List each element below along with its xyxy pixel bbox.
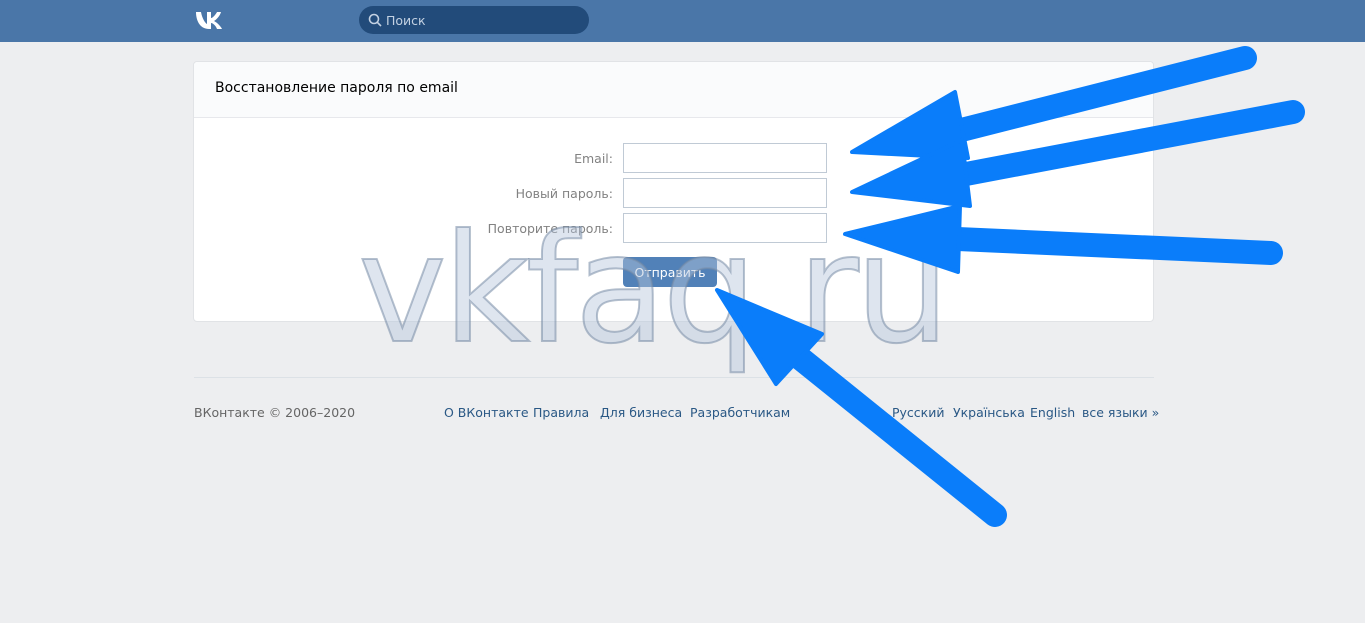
footer-link-rules[interactable]: Правила <box>533 405 589 420</box>
search-box[interactable] <box>359 6 589 34</box>
search-icon <box>368 13 382 27</box>
email-field[interactable] <box>623 143 827 173</box>
lang-english[interactable]: English <box>1030 405 1075 420</box>
search-input[interactable] <box>386 6 581 34</box>
lang-ukrainian[interactable]: Українська <box>953 405 1025 420</box>
new-password-field[interactable] <box>623 178 827 208</box>
submit-button[interactable]: Отправить <box>623 257 717 287</box>
vk-logo-icon <box>196 12 222 29</box>
new-password-label: Новый пароль: <box>515 186 613 201</box>
annotation-arrow <box>778 338 1007 527</box>
footer-link-business[interactable]: Для бизнеса <box>600 405 682 420</box>
lang-russian[interactable]: Русский <box>892 405 944 420</box>
repeat-password-field[interactable] <box>623 213 827 243</box>
password-recovery-card: Восстановление пароля по email Email: Но… <box>193 61 1154 322</box>
lang-all[interactable]: все языки » <box>1082 405 1159 420</box>
footer-link-about[interactable]: О ВКонтакте <box>444 405 529 420</box>
page-title: Восстановление пароля по email <box>215 80 458 96</box>
card-header: Восстановление пароля по email <box>194 62 1153 118</box>
footer-divider <box>194 377 1154 378</box>
top-bar <box>0 0 1365 42</box>
copyright: ВКонтакте © 2006–2020 <box>194 405 356 420</box>
footer-link-developers[interactable]: Разработчикам <box>690 405 790 420</box>
vk-logo[interactable] <box>194 9 228 31</box>
repeat-password-label: Повторите пароль: <box>487 221 613 236</box>
email-label: Email: <box>574 151 613 166</box>
